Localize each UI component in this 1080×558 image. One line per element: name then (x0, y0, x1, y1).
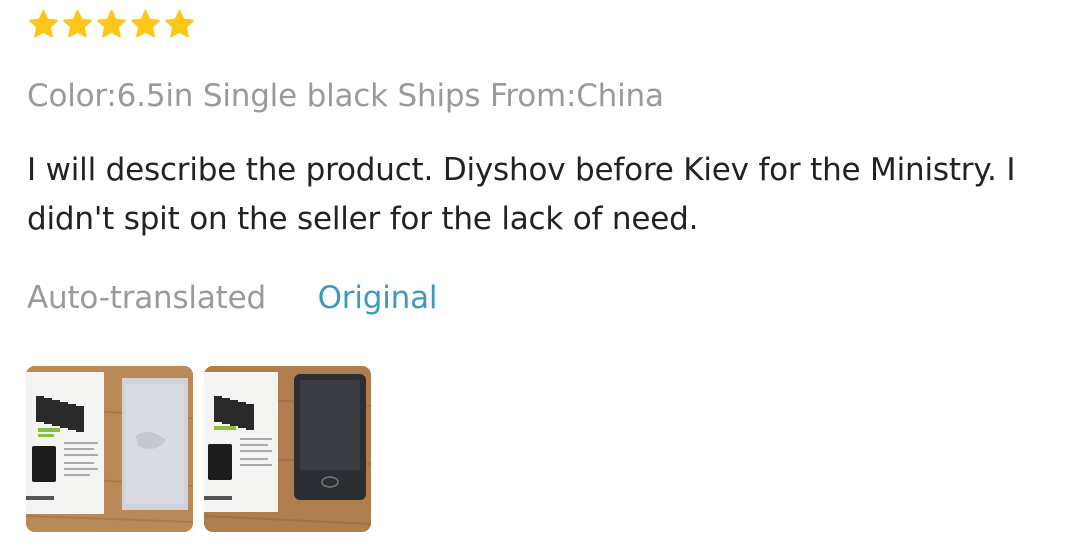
star-icon (131, 9, 160, 38)
original-link[interactable]: Original (318, 280, 438, 316)
review-photo-1[interactable] (26, 366, 193, 532)
manual-and-protective-film-photo (26, 366, 193, 532)
star-icon (29, 9, 58, 38)
rating-stars (28, 9, 195, 40)
manual-and-lcd-tablet-photo (204, 366, 371, 532)
auto-translated-label: Auto-translated (27, 280, 266, 316)
star-icon (165, 9, 194, 38)
review-text: I will describe the product. Diyshov bef… (27, 152, 1016, 237)
translation-row: Auto-translated Original (27, 280, 438, 316)
sku-info: Color:6.5in Single black Ships From:Chin… (27, 78, 664, 114)
star-icon (63, 9, 92, 38)
star-icon (97, 9, 126, 38)
review-photo-2[interactable] (204, 366, 371, 532)
review-photos (26, 366, 371, 532)
